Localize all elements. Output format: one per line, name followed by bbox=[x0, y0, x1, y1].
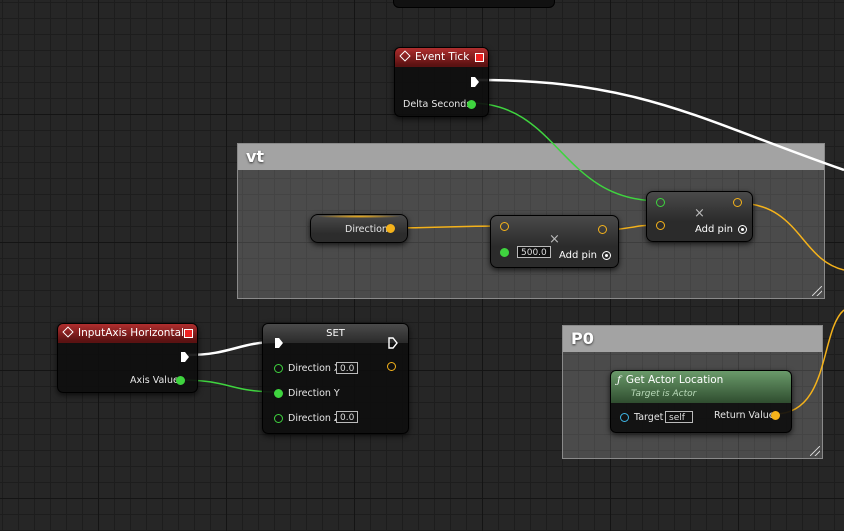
multiply-value-field[interactable]: 500.0 bbox=[517, 246, 551, 258]
multiply-node-2[interactable]: × Add pin bbox=[646, 191, 753, 242]
set-node[interactable]: SET Direction X 0.0 Direction Y Directio… bbox=[262, 323, 409, 434]
multiply-input-a-pin[interactable] bbox=[500, 222, 509, 231]
exec-arrow-icon bbox=[471, 77, 479, 87]
add-pin-label: Add pin bbox=[559, 250, 598, 261]
direction-x-pin[interactable] bbox=[274, 364, 283, 373]
input-axis-horizontal-node[interactable]: InputAxis Horizontal Axis Value bbox=[57, 323, 198, 393]
add-pin-button[interactable]: Add pin bbox=[695, 224, 748, 235]
resize-grip-icon[interactable] bbox=[810, 446, 820, 456]
input-axis-title: InputAxis Horizontal bbox=[78, 327, 184, 339]
get-actor-location-header[interactable]: ƒ Get Actor Location Target is Actor bbox=[611, 371, 791, 403]
direction-y-label: Direction Y bbox=[288, 388, 340, 399]
multiply-output-pin[interactable] bbox=[598, 225, 607, 234]
event-diamond-icon bbox=[62, 326, 74, 338]
get-actor-location-title: Get Actor Location bbox=[625, 374, 724, 386]
resize-grip-icon[interactable] bbox=[812, 286, 822, 296]
direction-label: Direction bbox=[345, 224, 388, 235]
multiply-input-b-pin[interactable] bbox=[500, 248, 509, 257]
target-label: Target bbox=[634, 412, 664, 423]
add-pin-icon bbox=[738, 225, 748, 234]
exec-arrow-outline-icon bbox=[388, 337, 398, 349]
get-actor-location-node[interactable]: ƒ Get Actor Location Target is Actor Targ… bbox=[610, 370, 792, 433]
direction-z-pin[interactable] bbox=[274, 414, 283, 423]
set-output-pin[interactable] bbox=[387, 362, 396, 371]
offscreen-node[interactable] bbox=[393, 0, 555, 8]
axis-value-pin[interactable] bbox=[176, 376, 185, 385]
direction-z-field[interactable]: 0.0 bbox=[336, 411, 358, 423]
exec-arrow-icon bbox=[181, 352, 189, 362]
event-diamond-icon bbox=[399, 50, 411, 62]
comment-title[interactable]: vt bbox=[238, 144, 824, 170]
function-icon: ƒ bbox=[617, 374, 621, 386]
event-tick-header[interactable]: Event Tick bbox=[395, 48, 488, 67]
add-pin-icon bbox=[602, 251, 612, 260]
direction-x-field[interactable]: 0.0 bbox=[336, 362, 358, 374]
direction-y-pin[interactable] bbox=[274, 389, 283, 398]
multiply-icon: × bbox=[694, 206, 705, 221]
direction-z-label: Direction Z bbox=[288, 413, 341, 424]
return-value-label: Return Value bbox=[714, 410, 775, 421]
multiply2-input-a-pin[interactable] bbox=[656, 198, 665, 207]
add-pin-button[interactable]: Add pin bbox=[559, 250, 612, 261]
event-tick-title: Event Tick bbox=[415, 51, 470, 63]
axis-value-label: Axis Value bbox=[130, 375, 179, 386]
input-axis-header[interactable]: InputAxis Horizontal bbox=[58, 324, 197, 343]
event-tick-node[interactable]: Event Tick Delta Seconds bbox=[394, 47, 489, 117]
multiply-node[interactable]: 500.0 × Add pin bbox=[490, 215, 619, 268]
target-self-field[interactable]: self bbox=[665, 411, 693, 423]
delta-seconds-label: Delta Seconds bbox=[403, 99, 472, 110]
direction-x-label: Direction X bbox=[288, 363, 341, 374]
target-pin[interactable] bbox=[620, 413, 629, 422]
direction-out-pin[interactable] bbox=[386, 224, 395, 233]
direction-variable-node[interactable]: Direction bbox=[310, 214, 408, 243]
event-delegate-icon[interactable] bbox=[184, 329, 193, 338]
event-delegate-icon[interactable] bbox=[475, 53, 484, 62]
return-value-pin[interactable] bbox=[771, 411, 780, 420]
get-actor-location-subtitle: Target is Actor bbox=[631, 389, 697, 399]
set-header[interactable]: SET bbox=[263, 324, 408, 343]
delta-seconds-pin[interactable] bbox=[467, 100, 476, 109]
multiply-icon: × bbox=[549, 232, 560, 247]
multiply2-output-pin[interactable] bbox=[733, 198, 742, 207]
add-pin-label: Add pin bbox=[695, 224, 734, 235]
multiply2-input-b-pin[interactable] bbox=[656, 221, 665, 230]
exec-arrow-icon bbox=[275, 338, 283, 348]
comment-title[interactable]: P0 bbox=[563, 326, 822, 352]
